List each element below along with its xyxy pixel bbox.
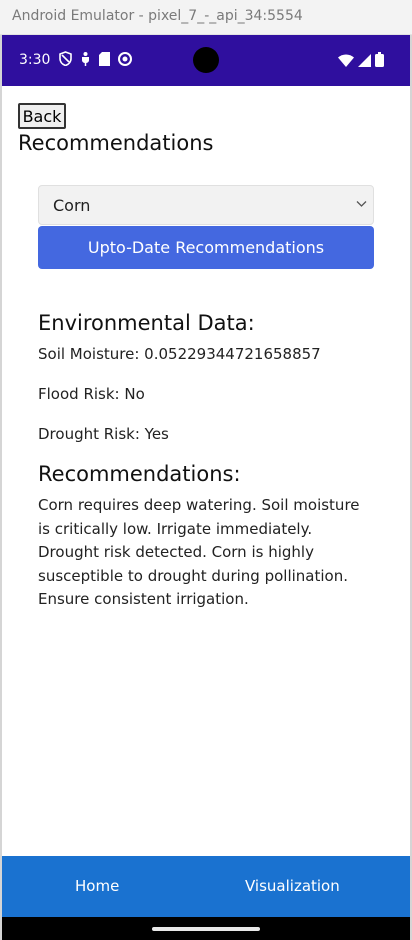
front-camera-cutout bbox=[193, 47, 219, 73]
flood-risk-text: Flood Risk: No bbox=[38, 385, 145, 403]
usb-debug-icon bbox=[80, 51, 91, 70]
environmental-data-heading: Environmental Data: bbox=[38, 311, 255, 335]
battery-icon bbox=[375, 52, 384, 71]
recommendations-heading: Recommendations: bbox=[38, 462, 241, 486]
status-time: 3:30 bbox=[19, 52, 51, 68]
status-bar: 3:30 bbox=[2, 35, 410, 86]
bottom-navigation: Home Visualization bbox=[2, 856, 410, 917]
back-button[interactable]: Back bbox=[18, 103, 66, 129]
recommendations-text: Corn requires deep watering. Soil moistu… bbox=[38, 496, 360, 608]
nav-home-tab[interactable]: Home bbox=[75, 877, 119, 895]
page-title: Recommendations bbox=[18, 131, 214, 155]
app-notification-icon bbox=[118, 51, 132, 70]
gesture-navigation-bar bbox=[2, 917, 410, 940]
home-gesture-handle[interactable] bbox=[152, 927, 260, 931]
wifi-icon bbox=[338, 52, 354, 71]
drought-risk-text: Drought Risk: Yes bbox=[38, 425, 169, 443]
cell-signal-icon bbox=[358, 52, 371, 71]
soil-moisture-text: Soil Moisture: 0.05229344721658857 bbox=[38, 345, 321, 363]
chevron-down-icon bbox=[356, 201, 367, 207]
emulator-window-title: Android Emulator - pixel_7_-_api_34:5554 bbox=[12, 8, 303, 24]
sd-card-icon bbox=[99, 51, 110, 70]
privacy-shield-icon bbox=[59, 51, 72, 70]
crop-select[interactable]: Corn bbox=[38, 185, 374, 225]
nav-visualization-tab[interactable]: Visualization bbox=[245, 877, 340, 895]
app-screen: Back Recommendations Corn Upto-Date Reco… bbox=[2, 86, 410, 856]
update-recommendations-button[interactable]: Upto-Date Recommendations bbox=[38, 226, 374, 269]
emulator-title-bar: Android Emulator - pixel_7_-_api_34:5554 bbox=[0, 0, 412, 35]
crop-select-value: Corn bbox=[53, 196, 91, 215]
